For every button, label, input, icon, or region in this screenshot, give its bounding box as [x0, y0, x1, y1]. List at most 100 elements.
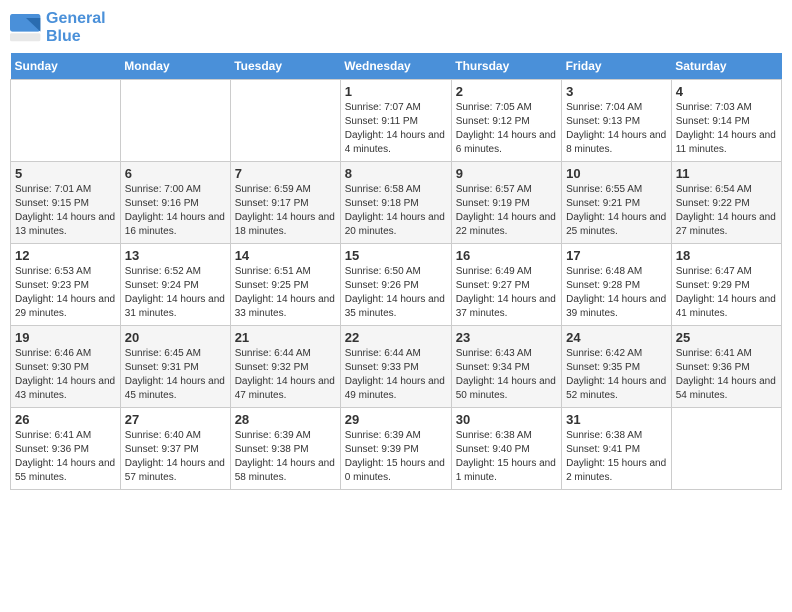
calendar-cell-4-1: 27 Sunrise: 6:40 AMSunset: 9:37 PMDayligh…: [120, 408, 230, 490]
day-number: 8: [345, 166, 447, 181]
sunset: Sunset: 9:35 PM: [566, 361, 667, 375]
sunrise: Sunrise: 6:43 AM: [456, 347, 557, 361]
day-number: 19: [15, 330, 116, 345]
header-sunday: Sunday: [11, 53, 121, 80]
header-tuesday: Tuesday: [230, 53, 340, 80]
sunrise: Sunrise: 6:47 AM: [676, 265, 777, 279]
calendar-cell-3-4: 23Sunrise: 6:43 AMSunset: 9:34 PMDayligh…: [451, 326, 561, 408]
calendar-cell-2-1: 13Sunrise: 6:52 AMSunset: 9:24 PMDayligh…: [120, 244, 230, 326]
sunrise: Sunrise: 6:50 AM: [345, 265, 447, 279]
day-number: 21: [235, 330, 336, 345]
day-number: 27: [125, 412, 226, 427]
sunset: Sunset: 9:21 PM: [566, 197, 667, 211]
daylight: Daylight: 14 hours and 11 minutes.: [676, 129, 777, 157]
day-number: 9: [456, 166, 557, 181]
day-info: Sunrise: 6:42 AMSunset: 9:35 PMDaylight:…: [566, 347, 667, 403]
day-info: Sunrise: 6:39 AMSunset: 9:38 PMDaylight:…: [235, 429, 336, 485]
day-info: Sunrise: 6:57 AMSunset: 9:19 PMDaylight:…: [456, 183, 557, 239]
sunset: Sunset: 9:36 PM: [15, 443, 116, 457]
sunset: Sunset: 9:37 PM: [125, 443, 226, 457]
calendar-cell-2-2: 14 Sunrise: 6:51 AMSunset: 9:25 PMDayligh…: [230, 244, 340, 326]
calendar-cell-3-5: 24Sunrise: 6:42 AMSunset: 9:35 PMDayligh…: [562, 326, 672, 408]
daylight: Daylight: 14 hours and 45 minutes.: [125, 375, 226, 403]
daylight: Daylight: 15 hours and 1 minute.: [456, 457, 557, 485]
day-number: 23: [456, 330, 557, 345]
day-info: Sunrise: 6:51 AMSunset: 9:25 PMDaylight:…: [235, 265, 336, 321]
day-number: 17: [566, 248, 667, 263]
daylight: Daylight: 14 hours and 58 minutes.: [235, 457, 336, 485]
day-info: Sunrise: 6:50 AMSunset: 9:26 PMDaylight:…: [345, 265, 447, 321]
header-thursday: Thursday: [451, 53, 561, 80]
sunrise: Sunrise: 6:52 AM: [125, 265, 226, 279]
calendar-cell-0-0: [11, 80, 121, 162]
calendar-cell-0-4: 2Sunrise: 7:05 AMSunset: 9:12 PMDaylight…: [451, 80, 561, 162]
sunrise: Sunrise: 6:41 AM: [15, 429, 116, 443]
daylight: Daylight: 14 hours and 35 minutes.: [345, 293, 447, 321]
day-info: Sunrise: 6:53 AMSunset: 9:23 PMDaylight:…: [15, 265, 116, 321]
sunrise: Sunrise: 6:45 AM: [125, 347, 226, 361]
day-number: 4: [676, 84, 777, 99]
sunrise: Sunrise: 6:59 AM: [235, 183, 336, 197]
sunset: Sunset: 9:13 PM: [566, 115, 667, 129]
day-info: Sunrise: 6:48 AMSunset: 9:28 PMDaylight:…: [566, 265, 667, 321]
daylight: Daylight: 14 hours and 6 minutes.: [456, 129, 557, 157]
calendar-cell-3-3: 22Sunrise: 6:44 AMSunset: 9:33 PMDayligh…: [340, 326, 451, 408]
daylight: Daylight: 14 hours and 13 minutes.: [15, 211, 116, 239]
sunset: Sunset: 9:24 PM: [125, 279, 226, 293]
sunrise: Sunrise: 6:57 AM: [456, 183, 557, 197]
day-info: Sunrise: 6:38 AMSunset: 9:40 PMDaylight:…: [456, 429, 557, 485]
daylight: Daylight: 14 hours and 47 minutes.: [235, 375, 336, 403]
daylight: Daylight: 14 hours and 55 minutes.: [15, 457, 116, 485]
daylight: Daylight: 14 hours and 41 minutes.: [676, 293, 777, 321]
sunset: Sunset: 9:14 PM: [676, 115, 777, 129]
header-wednesday: Wednesday: [340, 53, 451, 80]
sunset: Sunset: 9:12 PM: [456, 115, 557, 129]
calendar-cell-3-0: 19Sunrise: 6:46 AMSunset: 9:30 PMDayligh…: [11, 326, 121, 408]
sunrise: Sunrise: 7:00 AM: [125, 183, 226, 197]
calendar-cell-1-3: 8Sunrise: 6:58 AMSunset: 9:18 PMDaylight…: [340, 162, 451, 244]
page-header: General Blue: [10, 10, 782, 45]
daylight: Daylight: 14 hours and 49 minutes.: [345, 375, 447, 403]
logo: General Blue: [10, 10, 106, 45]
sunrise: Sunrise: 6:44 AM: [345, 347, 447, 361]
day-info: Sunrise: 7:05 AMSunset: 9:12 PMDaylight:…: [456, 101, 557, 157]
sunrise: Sunrise: 6:41 AM: [676, 347, 777, 361]
sunset: Sunset: 9:23 PM: [15, 279, 116, 293]
daylight: Daylight: 14 hours and 43 minutes.: [15, 375, 116, 403]
sunset: Sunset: 9:38 PM: [235, 443, 336, 457]
day-number: 14: [235, 248, 336, 263]
daylight: Daylight: 14 hours and 22 minutes.: [456, 211, 557, 239]
sunset: Sunset: 9:33 PM: [345, 361, 447, 375]
sunrise: Sunrise: 6:46 AM: [15, 347, 116, 361]
sunrise: Sunrise: 6:51 AM: [235, 265, 336, 279]
sunset: Sunset: 9:17 PM: [235, 197, 336, 211]
day-number: 31: [566, 412, 667, 427]
calendar-cell-2-6: 18Sunrise: 6:47 AMSunset: 9:29 PMDayligh…: [671, 244, 781, 326]
calendar-cell-1-4: 9 Sunrise: 6:57 AMSunset: 9:19 PMDaylight…: [451, 162, 561, 244]
calendar-cell-1-0: 5Sunrise: 7:01 AMSunset: 9:15 PMDaylight…: [11, 162, 121, 244]
sunset: Sunset: 9:31 PM: [125, 361, 226, 375]
sunrise: Sunrise: 7:07 AM: [345, 101, 447, 115]
day-info: Sunrise: 6:45 AMSunset: 9:31 PMDaylight:…: [125, 347, 226, 403]
sunset: Sunset: 9:27 PM: [456, 279, 557, 293]
daylight: Daylight: 14 hours and 4 minutes.: [345, 129, 447, 157]
header-friday: Friday: [562, 53, 672, 80]
week-row-2: 5Sunrise: 7:01 AMSunset: 9:15 PMDaylight…: [11, 162, 782, 244]
sunset: Sunset: 9:28 PM: [566, 279, 667, 293]
calendar-cell-4-2: 28Sunrise: 6:39 AMSunset: 9:38 PMDayligh…: [230, 408, 340, 490]
daylight: Daylight: 14 hours and 8 minutes.: [566, 129, 667, 157]
day-info: Sunrise: 6:47 AMSunset: 9:29 PMDaylight:…: [676, 265, 777, 321]
week-row-4: 19Sunrise: 6:46 AMSunset: 9:30 PMDayligh…: [11, 326, 782, 408]
day-number: 1: [345, 84, 447, 99]
sunrise: Sunrise: 6:53 AM: [15, 265, 116, 279]
sunrise: Sunrise: 6:54 AM: [676, 183, 777, 197]
sunset: Sunset: 9:32 PM: [235, 361, 336, 375]
day-number: 7: [235, 166, 336, 181]
daylight: Daylight: 14 hours and 20 minutes.: [345, 211, 447, 239]
week-row-1: 1Sunrise: 7:07 AMSunset: 9:11 PMDaylight…: [11, 80, 782, 162]
day-info: Sunrise: 6:40 AMSunset: 9:37 PMDaylight:…: [125, 429, 226, 485]
calendar-cell-0-1: [120, 80, 230, 162]
daylight: Daylight: 14 hours and 18 minutes.: [235, 211, 336, 239]
sunset: Sunset: 9:15 PM: [15, 197, 116, 211]
sunset: Sunset: 9:22 PM: [676, 197, 777, 211]
